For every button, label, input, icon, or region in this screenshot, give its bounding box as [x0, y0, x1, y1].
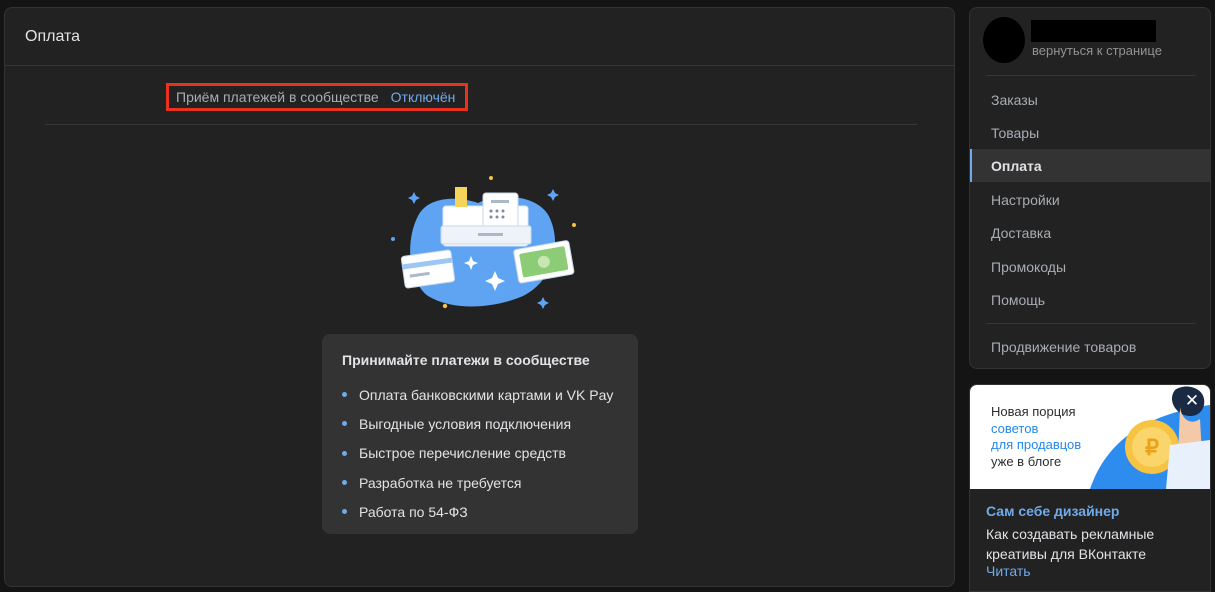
bullet-icon	[342, 480, 347, 486]
redacted-community-name	[1031, 20, 1156, 42]
list-item: Разработка не требуется	[342, 468, 618, 497]
sidebar-item-settings[interactable]: Настройки	[970, 183, 1210, 216]
sidebar-menu: вернуться к странице Заказы Товары Оплат…	[969, 7, 1211, 369]
ad-read-link[interactable]: Читать	[986, 563, 1031, 579]
svg-text:₽: ₽	[1145, 435, 1159, 460]
payment-status-toggle-link[interactable]: Отключён	[391, 89, 456, 105]
back-to-page-link[interactable]: вернуться к странице	[1032, 43, 1162, 58]
payment-status-row: Приём платежей в сообществе Отключён	[166, 83, 468, 111]
payment-benefits-card: Принимайте платежи в сообществе Оплата б…	[322, 334, 638, 534]
divider	[45, 124, 917, 125]
bullet-icon	[342, 421, 347, 427]
bullet-icon	[342, 450, 347, 456]
list-item: Быстрое перечисление средств	[342, 439, 618, 468]
sidebar-item-orders[interactable]: Заказы	[970, 83, 1210, 116]
sidebar-item-promotion[interactable]: Продвижение товаров	[970, 330, 1210, 363]
avatar[interactable]	[983, 17, 1025, 63]
payment-illustration	[391, 176, 576, 309]
ad-banner-text: Новая порция советов для продавцов уже в…	[991, 404, 1082, 469]
payment-panel: Оплата Приём платежей в сообществе Отклю…	[4, 7, 955, 587]
ad-description: Как создавать рекламные креативы для ВКо…	[986, 526, 1155, 562]
ad-block: ₽ Новая порция советов для продавцов уже…	[969, 384, 1211, 592]
list-item: Выгодные условия подключения	[342, 409, 618, 438]
payment-status-label: Приём платежей в сообществе	[176, 89, 379, 105]
close-icon[interactable]: ✕	[1182, 391, 1202, 411]
bullet-icon	[342, 392, 347, 398]
list-item: Оплата банковскими картами и VK Pay	[342, 380, 618, 409]
ad-banner[interactable]: ₽ Новая порция советов для продавцов уже…	[970, 385, 1210, 489]
sidebar-item-payment[interactable]: Оплата	[970, 149, 1210, 182]
community-profile: вернуться к странице	[983, 17, 1203, 67]
benefits-list: Оплата банковскими картами и VK Pay Выго…	[342, 380, 618, 526]
sidebar-item-promocodes[interactable]: Промокоды	[970, 250, 1210, 283]
benefits-title: Принимайте платежи в сообществе	[342, 352, 590, 368]
divider	[986, 323, 1196, 324]
list-item: Работа по 54-ФЗ	[342, 497, 618, 526]
page-title: Оплата	[5, 8, 954, 66]
divider	[986, 75, 1196, 76]
bullet-icon	[342, 509, 347, 515]
sidebar-item-delivery[interactable]: Доставка	[970, 216, 1210, 249]
sidebar-item-products[interactable]: Товары	[970, 116, 1210, 149]
sidebar-item-help[interactable]: Помощь	[970, 283, 1210, 316]
ad-title-link[interactable]: Сам себе дизайнер	[986, 503, 1119, 519]
